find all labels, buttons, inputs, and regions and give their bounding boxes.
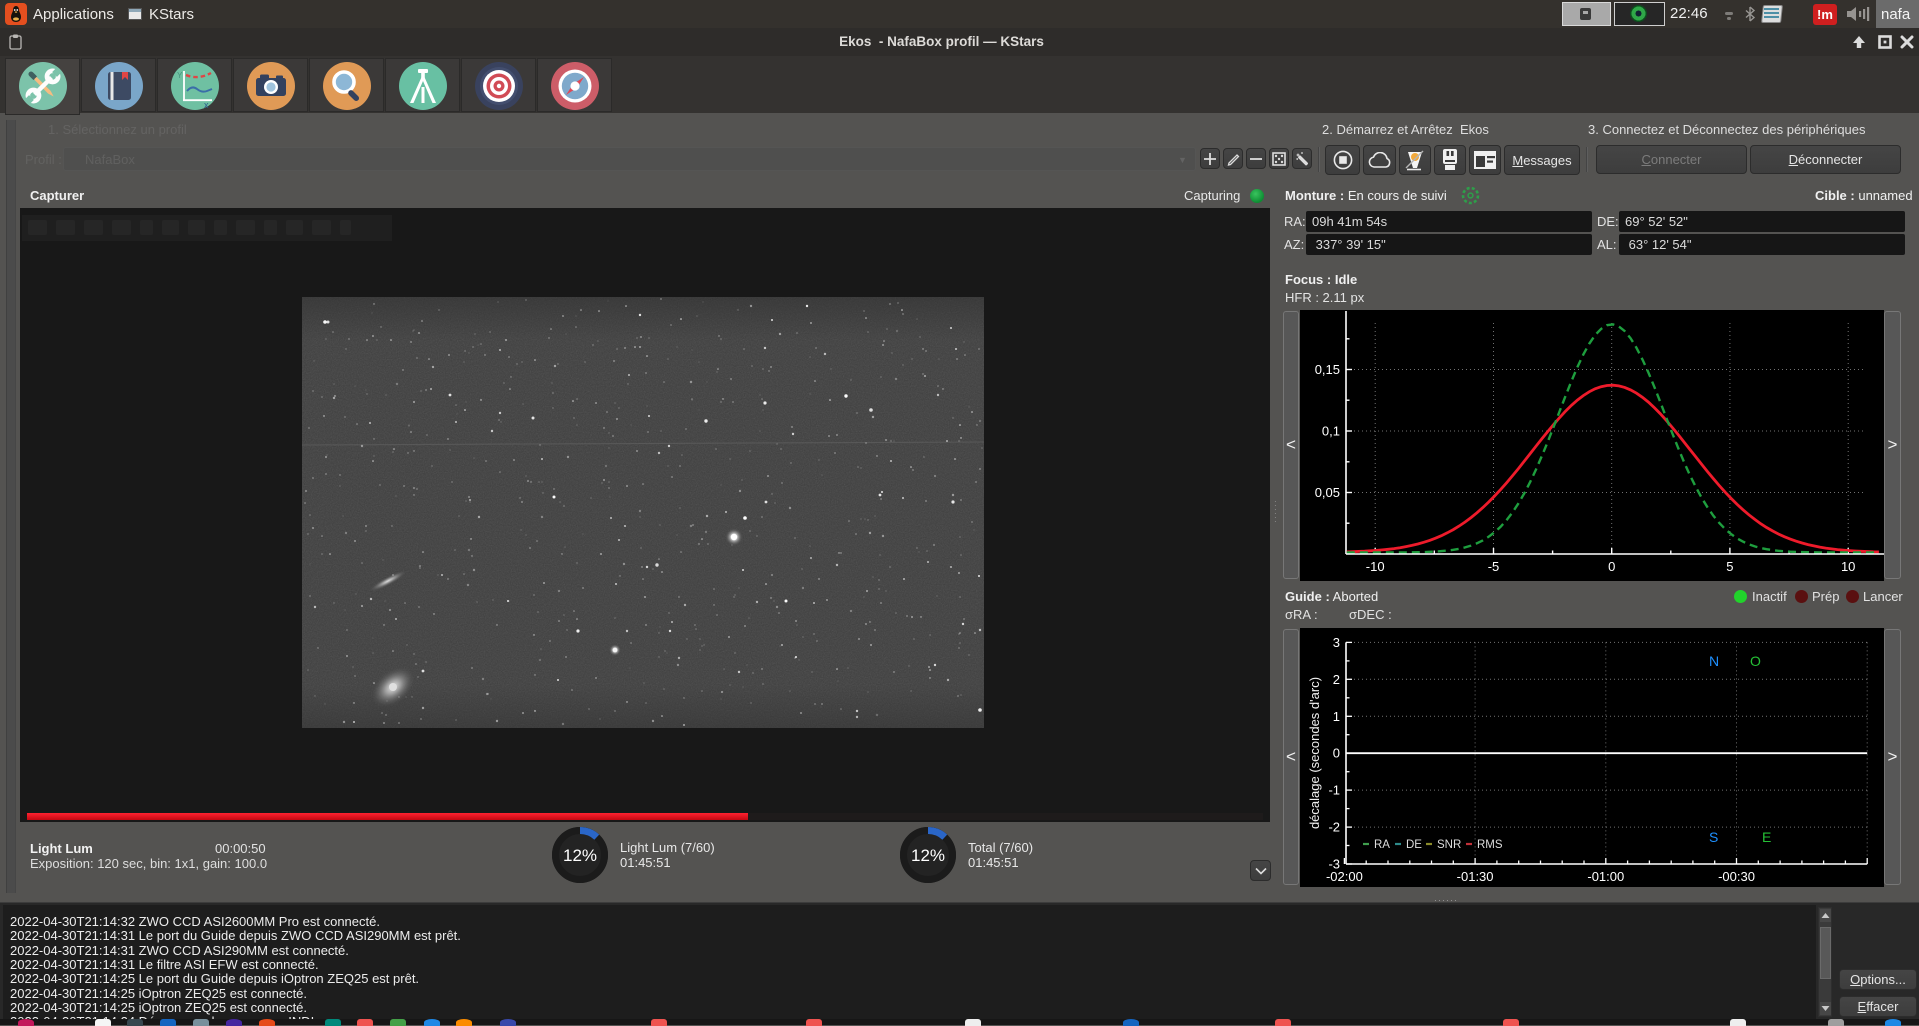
svg-text:x: x bbox=[204, 100, 209, 110]
svg-text:5: 5 bbox=[1726, 559, 1733, 574]
svg-text:-00:30: -00:30 bbox=[1718, 869, 1755, 884]
svg-text:DE: DE bbox=[1406, 839, 1422, 851]
svg-text:-02:00: -02:00 bbox=[1326, 869, 1363, 884]
svg-text:E: E bbox=[1762, 829, 1771, 845]
svg-text:RA: RA bbox=[1374, 839, 1390, 851]
svg-text:3: 3 bbox=[1333, 635, 1340, 650]
svg-text:-01:30: -01:30 bbox=[1457, 869, 1494, 884]
svg-text:Y: Y bbox=[177, 71, 183, 80]
svg-text:2: 2 bbox=[1333, 672, 1340, 687]
svg-text:N: N bbox=[1709, 653, 1719, 669]
svg-text:0,1: 0,1 bbox=[1322, 424, 1340, 439]
svg-text:-2: -2 bbox=[1328, 820, 1340, 835]
svg-text:SNR: SNR bbox=[1437, 839, 1461, 851]
svg-text:-5: -5 bbox=[1488, 559, 1500, 574]
svg-text:10: 10 bbox=[1841, 559, 1855, 574]
svg-text:-1: -1 bbox=[1328, 783, 1340, 798]
svg-text:12%: 12% bbox=[911, 846, 945, 865]
svg-text:S: S bbox=[1709, 829, 1718, 845]
svg-text:O: O bbox=[1750, 653, 1761, 669]
svg-text:-10: -10 bbox=[1366, 559, 1385, 574]
svg-text:0: 0 bbox=[1333, 746, 1340, 761]
svg-text:0: 0 bbox=[1608, 559, 1615, 574]
svg-text:-01:00: -01:00 bbox=[1587, 869, 1624, 884]
svg-text:1: 1 bbox=[1333, 709, 1340, 724]
svg-text:12%: 12% bbox=[563, 846, 597, 865]
svg-text:0,05: 0,05 bbox=[1315, 485, 1340, 500]
svg-text:RMS: RMS bbox=[1477, 839, 1503, 851]
svg-text:0,15: 0,15 bbox=[1315, 362, 1340, 377]
